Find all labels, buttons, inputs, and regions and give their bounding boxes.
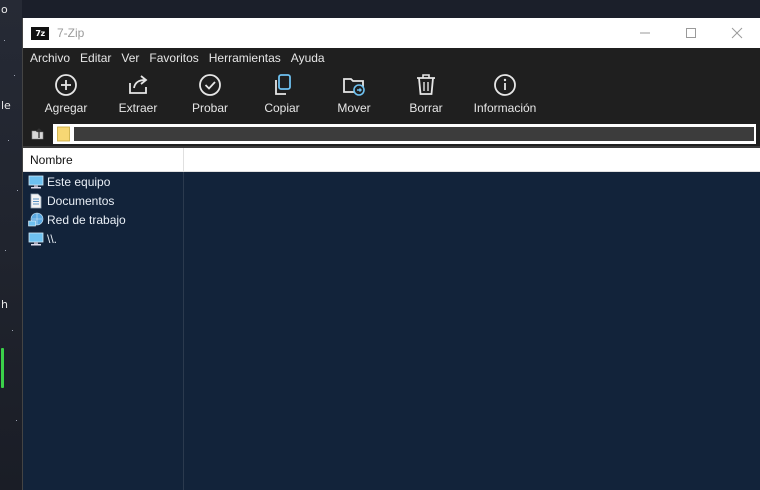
address-field[interactable] — [53, 124, 756, 144]
list-item[interactable]: Documentos — [23, 191, 760, 210]
extract-button[interactable]: Extraer — [102, 68, 174, 122]
menu-bar: Archivo Editar Ver Favoritos Herramienta… — [23, 48, 760, 68]
folder-icon — [57, 126, 70, 142]
computer-icon — [28, 175, 44, 188]
add-button[interactable]: Agregar — [30, 68, 102, 122]
list-item[interactable]: \\. — [23, 229, 760, 248]
share-arrow-icon — [129, 75, 148, 94]
list-item-label: \\. — [47, 231, 58, 246]
list-item[interactable]: Red de trabajo — [23, 210, 760, 229]
menu-ayuda[interactable]: Ayuda — [286, 48, 330, 68]
extract-button-label: Extraer — [118, 101, 158, 115]
computer-icon — [28, 232, 44, 245]
copy-button[interactable]: Copiar — [246, 68, 318, 122]
test-button-label: Probar — [191, 101, 229, 115]
list-item-label: Red de trabajo — [47, 212, 126, 227]
plus-circle-icon — [55, 74, 77, 96]
maximize-icon — [686, 28, 696, 38]
title-bar[interactable]: 7z 7-Zip — [23, 18, 760, 48]
folder-move-icon — [343, 78, 365, 96]
trash-icon — [417, 74, 435, 95]
app-window: 7z 7-Zip Archivo Editar Ver Favoritos He… — [22, 18, 760, 490]
delete-button[interactable]: Borrar — [390, 68, 462, 122]
network-icon — [28, 212, 44, 226]
document-icon — [30, 193, 42, 208]
desktop-green-indicator — [1, 348, 4, 388]
window-title: 7-Zip — [57, 26, 85, 40]
move-button[interactable]: Mover — [318, 68, 390, 122]
close-button[interactable] — [714, 18, 760, 48]
list-item[interactable]: Este equipo — [23, 172, 760, 191]
info-button[interactable]: Información — [462, 68, 548, 122]
menu-editar[interactable]: Editar — [75, 48, 116, 68]
info-icon — [494, 74, 516, 96]
test-button[interactable]: Probar — [174, 68, 246, 122]
list-item-label: Documentos — [47, 193, 115, 208]
list-item-label: Este equipo — [47, 174, 111, 189]
move-button-label: Mover — [337, 101, 371, 115]
desktop-text-fragment: o — [1, 3, 8, 16]
delete-button-label: Borrar — [409, 101, 443, 115]
column-header-empty — [184, 148, 760, 171]
info-button-label: Información — [473, 101, 537, 115]
up-folder-button[interactable] — [23, 123, 53, 145]
copy-icon — [275, 74, 291, 95]
toolbar: Agregar Extraer Probar Copiar Mover Borr… — [23, 68, 760, 122]
minimize-icon — [640, 32, 650, 34]
column-divider[interactable] — [183, 172, 184, 490]
menu-ver[interactable]: Ver — [116, 48, 144, 68]
close-icon — [731, 27, 743, 39]
file-list[interactable]: Este equipo Documentos Red de trabajo \\… — [23, 172, 760, 490]
menu-archivo[interactable]: Archivo — [25, 48, 75, 68]
list-header: Nombre — [23, 148, 760, 172]
maximize-button[interactable] — [668, 18, 714, 48]
minimize-button[interactable] — [622, 18, 668, 48]
desktop-background: o le h — [0, 0, 22, 490]
window-controls — [622, 18, 760, 48]
desktop-text-fragment: le — [1, 99, 11, 112]
folder-up-icon — [31, 128, 44, 140]
add-button-label: Agregar — [44, 101, 88, 115]
column-header-name[interactable]: Nombre — [23, 148, 184, 171]
menu-favoritos[interactable]: Favoritos — [144, 48, 203, 68]
desktop-text-fragment: h — [1, 298, 8, 311]
address-bar — [23, 122, 760, 148]
check-circle-icon — [199, 74, 221, 96]
copy-button-label: Copiar — [264, 101, 300, 115]
menu-herramientas[interactable]: Herramientas — [204, 48, 286, 68]
app-icon: 7z — [31, 26, 49, 40]
address-input[interactable] — [74, 127, 754, 141]
